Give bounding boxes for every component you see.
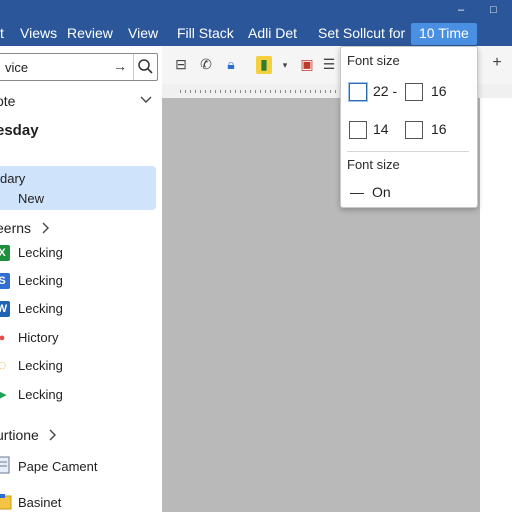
sidebar: → ote esday dary New eerns X Lecking S L…	[0, 46, 162, 512]
day-heading: esday	[0, 122, 39, 139]
search-button[interactable]	[133, 54, 156, 80]
s-app-icon: S	[0, 273, 10, 289]
list-item-label: Lecking	[18, 301, 63, 316]
font-size-option-label[interactable]: 16	[431, 83, 447, 99]
list-item-label: Basinet	[18, 495, 62, 510]
list-item[interactable]: ● Hictory	[0, 327, 160, 351]
menu-item-set-sollcut[interactable]: Set Sollcut for	[318, 25, 405, 41]
list-item[interactable]: S Lecking	[0, 270, 160, 294]
ruler-ticks	[180, 90, 340, 93]
selected-item-title: dary	[0, 171, 26, 186]
list-item-label: Lecking	[18, 358, 63, 373]
font-size-option-label[interactable]: 16	[431, 121, 447, 137]
add-icon[interactable]: +	[488, 54, 506, 72]
section-heading-note[interactable]: ote	[0, 93, 15, 109]
font-size-option-checkbox[interactable]	[349, 83, 367, 101]
chevron-right-icon[interactable]	[49, 429, 57, 441]
menu-item-fill-stack[interactable]: Fill Stack	[177, 25, 234, 41]
list-item[interactable]: X Lecking	[0, 242, 160, 266]
doc-app-icon: W	[0, 301, 10, 317]
history-icon: ●	[0, 332, 6, 344]
list-item[interactable]: W Lecking	[0, 298, 160, 322]
maximize-icon[interactable]: □	[490, 4, 497, 16]
clipboard-icon[interactable]: ▮	[256, 56, 272, 74]
menu-item-view[interactable]: View	[128, 25, 158, 41]
search-icon	[138, 59, 153, 74]
lock-icon[interactable]: 🔒︎	[222, 56, 240, 74]
list-item[interactable]: ◌ Lecking	[0, 355, 160, 379]
chevron-down-icon[interactable]	[140, 96, 152, 104]
section-heading-routine[interactable]: urtione	[0, 427, 39, 443]
popup-title: Font size	[347, 53, 400, 68]
spreadsheet-icon: X	[0, 245, 10, 261]
dropdown-icon[interactable]: ▾	[276, 60, 294, 78]
section-heading-items[interactable]: eerns	[0, 220, 31, 236]
sync-icon: ◌	[0, 357, 7, 374]
list-item-label: Pape Cament	[18, 459, 98, 474]
popup-divider	[347, 151, 469, 152]
search-input[interactable]	[3, 57, 107, 77]
toggle-dash-icon	[350, 193, 364, 194]
font-size-option-checkbox[interactable]	[405, 83, 423, 101]
table-icon[interactable]: ⊟	[172, 56, 190, 74]
side-page	[480, 98, 512, 512]
document-icon	[0, 456, 10, 474]
list-item-label: Lecking	[18, 273, 63, 288]
font-size-option-checkbox[interactable]	[349, 121, 367, 139]
format-icon[interactable]: ☰	[320, 56, 338, 74]
popup-section-title: Font size	[347, 157, 400, 172]
phone-icon[interactable]: ✆	[197, 56, 215, 74]
bookmark-icon[interactable]: ▣	[298, 56, 316, 74]
menu-item-review[interactable]: Review	[67, 25, 113, 41]
toggle-on-label[interactable]: On	[372, 184, 391, 200]
list-item-label: Hictory	[18, 330, 59, 345]
selected-calendar-item[interactable]: dary New	[0, 166, 156, 210]
font-size-popup: Font size 22 - 16 14 16 Font size On	[340, 46, 478, 208]
chevron-right-icon[interactable]	[42, 222, 50, 234]
list-item[interactable]: Pape Cament	[0, 456, 160, 480]
font-size-option-checkbox[interactable]	[405, 121, 423, 139]
list-item[interactable]: Basinet	[0, 492, 160, 516]
play-icon: ▶	[0, 389, 7, 401]
menu-item-views[interactable]: Views	[20, 25, 57, 41]
menu-bar: t Views Review View Fill Stack Adli Det …	[0, 0, 512, 46]
minimize-icon[interactable]: –	[458, 4, 464, 16]
search-box: →	[0, 53, 158, 81]
selected-item-subtitle: New	[18, 191, 45, 206]
menu-item-file[interactable]: t	[0, 25, 4, 41]
folder-icon	[0, 494, 12, 510]
list-item-label: Lecking	[18, 387, 63, 402]
font-size-option-label[interactable]: 14	[373, 121, 389, 137]
menu-item-time[interactable]: 10 Time	[411, 23, 477, 45]
list-item[interactable]: ▶ Lecking	[0, 384, 160, 408]
font-size-option-label[interactable]: 22 -	[373, 83, 397, 99]
arrow-right-icon[interactable]: →	[113, 58, 127, 74]
list-item-label: Lecking	[18, 245, 63, 260]
menu-item-adli-det[interactable]: Adli Det	[248, 25, 297, 41]
